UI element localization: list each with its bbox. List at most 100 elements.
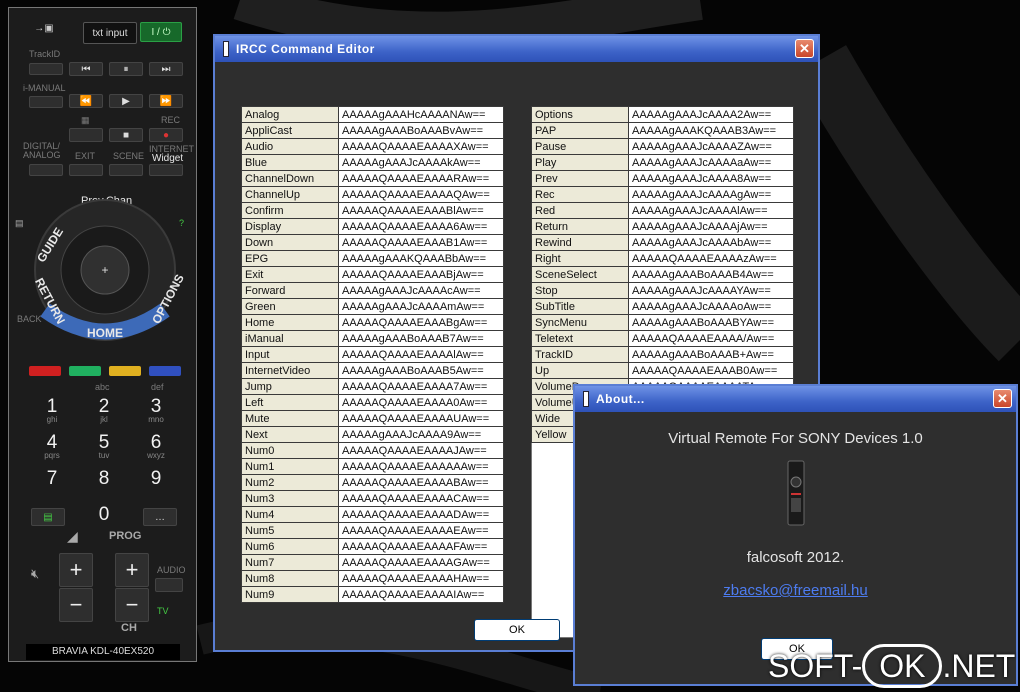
command-name-cell[interactable]: Confirm	[241, 202, 339, 219]
key-2[interactable]: 2 jkl	[87, 397, 121, 424]
input-icon-button[interactable]: →▣	[31, 20, 57, 36]
command-row[interactable]: Analog AAAAAgAAAHcAAAANAw==	[241, 106, 504, 123]
command-code-cell[interactable]: AAAAAQAAAAEAAAA6Aw==	[338, 218, 504, 235]
command-name-cell[interactable]: Teletext	[531, 330, 629, 347]
pause-button[interactable]: ⏸	[109, 62, 143, 76]
command-name-cell[interactable]: Play	[531, 154, 629, 171]
key-9[interactable]: 9	[139, 469, 173, 494]
command-code-cell[interactable]: AAAAAQAAAAEAAAB0Aw==	[628, 362, 794, 379]
command-row[interactable]: InternetVideo AAAAAgAAABoAAAB5Aw==	[241, 362, 504, 379]
command-row[interactable]: Mute AAAAAQAAAAEAAAAUAw==	[241, 410, 504, 427]
command-row[interactable]: Blue AAAAAgAAAJcAAAAkAw==	[241, 154, 504, 171]
command-name-cell[interactable]: Num6	[241, 538, 339, 555]
command-row[interactable]: Jump AAAAAQAAAAEAAAA7Aw==	[241, 378, 504, 395]
command-name-cell[interactable]: Up	[531, 362, 629, 379]
command-code-cell[interactable]: AAAAAQAAAAEAAAADAw==	[338, 506, 504, 523]
key-8[interactable]: 8	[87, 469, 121, 494]
command-name-cell[interactable]: AppliCast	[241, 122, 339, 139]
editor-close-button[interactable]: ✕	[795, 39, 814, 58]
command-row[interactable]: Down AAAAAQAAAAEAAAB1Aw==	[241, 234, 504, 251]
command-row[interactable]: Red AAAAAgAAAJcAAAAlAw==	[531, 202, 794, 219]
txt-input-button[interactable]: txt input	[83, 22, 137, 44]
command-name-cell[interactable]: Green	[241, 298, 339, 315]
command-code-cell[interactable]: AAAAAgAAAJcAAAAaAw==	[628, 154, 794, 171]
email-link-text[interactable]: zbacsko@freemail.hu	[723, 582, 867, 599]
command-name-cell[interactable]: Num5	[241, 522, 339, 539]
fast-forward-button[interactable]: ⏩	[149, 94, 183, 108]
command-name-cell[interactable]: Rewind	[531, 234, 629, 251]
command-code-cell[interactable]: AAAAAQAAAAEAAAAUAw==	[338, 410, 504, 427]
command-code-cell[interactable]: AAAAAQAAAAEAAAA0Aw==	[338, 394, 504, 411]
command-row[interactable]: Num0 AAAAAQAAAAEAAAAJAw==	[241, 442, 504, 459]
about-email-link[interactable]: zbacsko@freemail.hu	[575, 582, 1016, 599]
command-code-cell[interactable]: AAAAAQAAAAEAAAAXAw==	[338, 138, 504, 155]
command-name-cell[interactable]: Next	[241, 426, 339, 443]
command-code-cell[interactable]: AAAAAgAAAJcAAAAmAw==	[338, 298, 504, 315]
command-row[interactable]: Options AAAAAgAAAJcAAAA2Aw==	[531, 106, 794, 123]
command-code-cell[interactable]: AAAAAgAAAHcAAAANAw==	[338, 106, 504, 123]
command-row[interactable]: Prev AAAAAgAAAJcAAAA8Aw==	[531, 170, 794, 187]
command-code-cell[interactable]: AAAAAQAAAAEAAAAGAw==	[338, 554, 504, 571]
play-button[interactable]: ▶	[109, 94, 143, 108]
command-name-cell[interactable]: Mute	[241, 410, 339, 427]
rec-sync-button[interactable]	[69, 128, 103, 142]
key-0[interactable]: 0	[87, 505, 121, 530]
about-close-button[interactable]: ✕	[993, 389, 1012, 408]
command-name-cell[interactable]: PAP	[531, 122, 629, 139]
command-code-cell[interactable]: AAAAAQAAAAEAAAARAw==	[338, 170, 504, 187]
command-name-cell[interactable]: Blue	[241, 154, 339, 171]
key-6[interactable]: 6 wxyz	[139, 433, 173, 460]
scene-button[interactable]	[109, 164, 143, 176]
command-row[interactable]: Exit AAAAAQAAAAEAAABjAw==	[241, 266, 504, 283]
key-1[interactable]: 1 ghi	[35, 397, 69, 424]
command-row[interactable]: Stop AAAAAgAAAJcAAAAYAw==	[531, 282, 794, 299]
command-row[interactable]: Play AAAAAgAAAJcAAAAaAw==	[531, 154, 794, 171]
command-code-cell[interactable]: AAAAAgAAABoAAABvAw==	[338, 122, 504, 139]
command-row[interactable]: Input AAAAAQAAAAEAAAAlAw==	[241, 346, 504, 363]
command-row[interactable]: SceneSelect AAAAAgAAABoAAAB4Aw==	[531, 266, 794, 283]
command-code-cell[interactable]: AAAAAgAAABoAAAB4Aw==	[628, 266, 794, 283]
command-code-cell[interactable]: AAAAAQAAAAEAAAAHAw==	[338, 570, 504, 587]
command-code-cell[interactable]: AAAAAQAAAAEAAAAzAw==	[628, 250, 794, 267]
command-name-cell[interactable]: InternetVideo	[241, 362, 339, 379]
command-name-cell[interactable]: ChannelDown	[241, 170, 339, 187]
command-name-cell[interactable]: SyncMenu	[531, 314, 629, 331]
command-code-cell[interactable]: AAAAAgAAAJcAAAAlAw==	[628, 202, 794, 219]
skip-forward-button[interactable]: ⏭	[149, 62, 183, 76]
command-row[interactable]: Num8 AAAAAQAAAAEAAAAHAw==	[241, 570, 504, 587]
command-code-cell[interactable]: AAAAAQAAAAEAAAAIAw==	[338, 586, 504, 603]
command-code-cell[interactable]: AAAAAgAAAJcAAAAZAw==	[628, 138, 794, 155]
command-row[interactable]: Up AAAAAQAAAAEAAAB0Aw==	[531, 362, 794, 379]
skip-back-button[interactable]: ⏮	[69, 62, 103, 76]
command-code-cell[interactable]: AAAAAQAAAAEAAAAEAw==	[338, 522, 504, 539]
command-code-cell[interactable]: AAAAAgAAAJcAAAAoAw==	[628, 298, 794, 315]
command-name-cell[interactable]: TrackID	[531, 346, 629, 363]
editor-ok-button[interactable]: OK	[474, 619, 560, 641]
digital-analog-button[interactable]	[29, 164, 63, 176]
key-3[interactable]: 3 mno	[139, 397, 173, 424]
command-code-cell[interactable]: AAAAAQAAAAEAAAB1Aw==	[338, 234, 504, 251]
command-name-cell[interactable]: Down	[241, 234, 339, 251]
command-code-cell[interactable]: AAAAAgAAAJcAAAAgAw==	[628, 186, 794, 203]
channel-down-button[interactable]: −	[115, 588, 149, 622]
command-name-cell[interactable]: ChannelUp	[241, 186, 339, 203]
command-code-cell[interactable]: AAAAAgAAAJcAAAAcAw==	[338, 282, 504, 299]
command-row[interactable]: ChannelUp AAAAAQAAAAEAAAAQAw==	[241, 186, 504, 203]
command-name-cell[interactable]: Num3	[241, 490, 339, 507]
command-row[interactable]: SyncMenu AAAAAgAAABoAAABYAw==	[531, 314, 794, 331]
command-row[interactable]: Rewind AAAAAgAAAJcAAAAbAw==	[531, 234, 794, 251]
command-code-cell[interactable]: AAAAAgAAAJcAAAAbAw==	[628, 234, 794, 251]
command-code-cell[interactable]: AAAAAQAAAAEAAAAFAw==	[338, 538, 504, 555]
about-titlebar[interactable]: About... ✕	[575, 386, 1016, 412]
command-row[interactable]: PAP AAAAAgAAAKQAAAB3Aw==	[531, 122, 794, 139]
command-row[interactable]: Num5 AAAAAQAAAAEAAAAEAw==	[241, 522, 504, 539]
green-button[interactable]	[69, 366, 101, 376]
command-name-cell[interactable]: Num9	[241, 586, 339, 603]
command-name-cell[interactable]: Prev	[531, 170, 629, 187]
key-5[interactable]: 5 tuv	[87, 433, 121, 460]
command-code-cell[interactable]: AAAAAgAAAJcAAAA2Aw==	[628, 106, 794, 123]
command-code-cell[interactable]: AAAAAQAAAAEAAAAJAw==	[338, 442, 504, 459]
command-code-cell[interactable]: AAAAAgAAAJcAAAA9Aw==	[338, 426, 504, 443]
command-name-cell[interactable]: Home	[241, 314, 339, 331]
home-button[interactable]: HOME	[87, 326, 123, 340]
